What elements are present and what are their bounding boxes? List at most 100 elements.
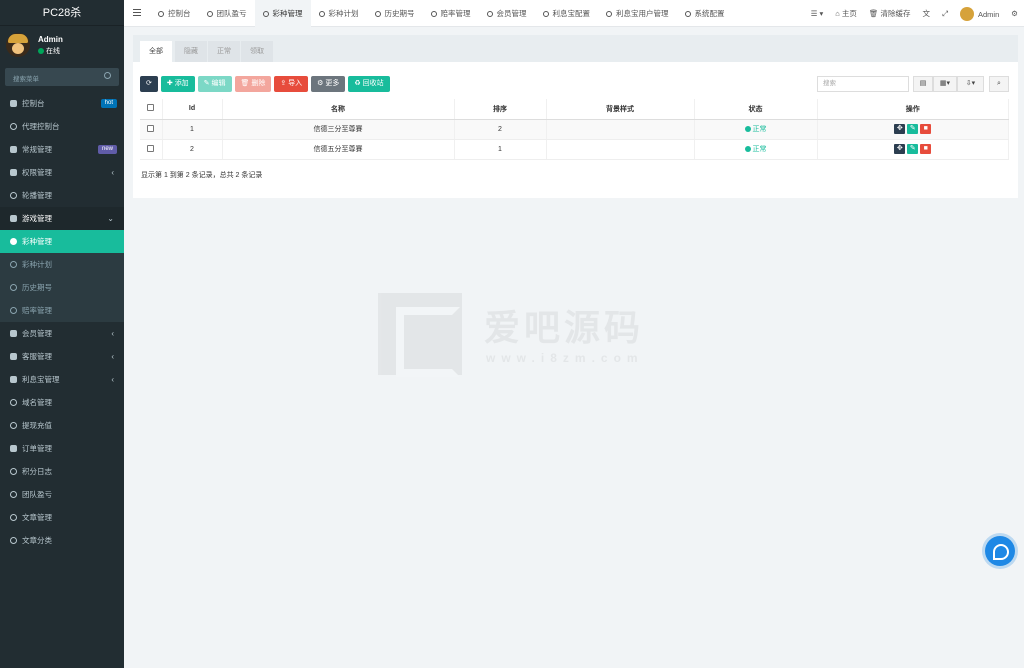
sidebar-item-team-pl[interactable]: 团队盈亏 xyxy=(0,483,124,506)
chat-bubble-icon[interactable] xyxy=(985,536,1015,566)
chevron-down-icon: ⌄ xyxy=(107,214,114,223)
cell-status[interactable]: 正常 xyxy=(694,119,818,140)
columns-dropdown[interactable]: ▦▾ xyxy=(933,76,957,92)
row-checkbox[interactable] xyxy=(140,119,163,140)
tab-history[interactable]: 历史期号 xyxy=(367,0,423,27)
sidebar-item-members[interactable]: 会员管理 ‹ xyxy=(0,322,124,345)
top-nav-tabs: 控制台 团队盈亏 彩种管理 彩种计划 历史期号 赔率管理 会员管理 利息宝配置 … xyxy=(150,0,733,27)
drag-sort-button[interactable]: ✥ xyxy=(894,124,906,134)
sidebar-item-lottery-types[interactable]: 彩种管理 xyxy=(0,230,124,253)
sidebar-item-domains[interactable]: 域名管理 xyxy=(0,391,124,414)
gauge-icon xyxy=(10,123,17,130)
pencil-icon: ✎ xyxy=(909,145,916,152)
menu-toggle-icon[interactable] xyxy=(133,9,141,16)
sidebar-item-general[interactable]: 常规管理 new xyxy=(0,138,124,161)
circle-icon xyxy=(10,422,17,429)
clear-cache-button[interactable]: 🗑 清除缓存 xyxy=(863,8,917,19)
user-name: Admin xyxy=(38,35,63,44)
tab-all[interactable]: 全部 xyxy=(140,41,172,62)
arrows-icon: ✥ xyxy=(896,125,903,132)
row-delete-button[interactable]: ■ xyxy=(920,144,932,154)
menu-search-input[interactable]: 搜索菜单 xyxy=(5,68,119,86)
sidebar-menu: 控制台 hot 代理控制台 常规管理 new 权限管理 ‹ 轮播管理 游戏管理 ⌄ 彩种… xyxy=(0,92,124,552)
add-button[interactable]: ✚ 添加 xyxy=(160,76,195,92)
column-background[interactable]: 背景样式 xyxy=(546,99,695,120)
app-logo[interactable]: PC28杀 xyxy=(0,0,124,26)
search-icon[interactable] xyxy=(104,72,111,79)
tab-team-pl[interactable]: 团队盈亏 xyxy=(199,0,255,27)
column-status[interactable]: 状态 xyxy=(694,99,818,120)
table-search-input[interactable]: 搜索 xyxy=(817,76,909,92)
cogs-icon xyxy=(10,146,17,153)
sidebar-item-points-log[interactable]: 积分日志 xyxy=(0,460,124,483)
watermark: 爱吧源码 www.i8zm.com xyxy=(378,293,648,377)
tab-dashboard[interactable]: 控制台 xyxy=(150,0,199,27)
checkbox[interactable] xyxy=(147,104,155,112)
sidebar-item-history[interactable]: 历史期号 xyxy=(0,276,124,299)
export-dropdown[interactable]: ⇩▾ xyxy=(957,76,984,92)
sidebar-item-agent-dashboard[interactable]: 代理控制台 xyxy=(0,115,124,138)
tab-odds[interactable]: 赔率管理 xyxy=(423,0,479,27)
sidebar-item-carousel[interactable]: 轮播管理 xyxy=(0,184,124,207)
fullscreen-button[interactable]: ⤢ xyxy=(936,9,954,19)
settings-button[interactable]: ⚙ xyxy=(1005,9,1024,18)
recycle-icon: ♻ xyxy=(354,80,363,87)
admin-user-menu[interactable]: Admin xyxy=(954,6,1005,21)
sidebar-item-withdraw[interactable]: 提现充值 xyxy=(0,414,124,437)
sidebar-item-lottery-plan[interactable]: 彩种计划 xyxy=(0,253,124,276)
sidebar-item-interest[interactable]: 利息宝管理 ‹ xyxy=(0,368,124,391)
language-button[interactable]: 文 xyxy=(917,8,937,19)
cell-background xyxy=(546,119,695,140)
tab-hidden[interactable]: 隐藏 xyxy=(175,41,207,62)
drag-sort-button[interactable]: ✥ xyxy=(894,144,906,154)
recycle-bin-button[interactable]: ♻ 回收站 xyxy=(348,76,390,92)
comments-icon xyxy=(10,353,17,360)
sidebar-item-games[interactable]: 游戏管理 ⌄ xyxy=(0,207,124,230)
row-checkbox[interactable] xyxy=(140,139,163,160)
sidebar-item-article-categories[interactable]: 文章分类 xyxy=(0,529,124,552)
sidebar: PC28杀 Admin 在线 搜索菜单 控制台 hot 代理控制台 常规管理 new… xyxy=(0,0,124,668)
more-button[interactable]: ⚙ 更多 xyxy=(311,76,346,92)
select-all-checkbox[interactable] xyxy=(140,99,163,120)
sidebar-item-orders[interactable]: 订单管理 xyxy=(0,437,124,460)
fullscreen-icon: ⤢ xyxy=(942,8,948,18)
circle-icon xyxy=(10,399,17,406)
row-edit-button[interactable]: ✎ xyxy=(907,144,919,154)
column-name[interactable]: 名称 xyxy=(222,99,455,120)
pencil-icon: ✎ xyxy=(909,125,916,132)
tab-lottery-plan[interactable]: 彩种计划 xyxy=(311,0,367,27)
row-edit-button[interactable]: ✎ xyxy=(907,124,919,134)
row-delete-button[interactable]: ■ xyxy=(920,124,932,134)
edit-button[interactable]: ✎ 编辑 xyxy=(197,76,232,92)
column-actions: 操作 xyxy=(817,99,1009,120)
circle-icon xyxy=(10,537,17,544)
sidebar-item-articles[interactable]: 文章管理 xyxy=(0,506,124,529)
sidebar-item-support[interactable]: 客服管理 ‹ xyxy=(0,345,124,368)
sidebar-item-dashboard[interactable]: 控制台 hot xyxy=(0,92,124,115)
tab-interest-config[interactable]: 利息宝配置 xyxy=(535,0,599,27)
column-id[interactable]: Id xyxy=(162,99,223,120)
dashboard-icon xyxy=(158,11,164,17)
trash-icon: 🗑 xyxy=(240,80,252,87)
tab-claim[interactable]: 领取 xyxy=(241,41,273,62)
refresh-button[interactable]: ⟳ xyxy=(140,76,158,92)
sidebar-item-permissions[interactable]: 权限管理 ‹ xyxy=(0,161,124,184)
refresh-icon: ⟳ xyxy=(146,80,152,87)
cell-status[interactable]: 正常 xyxy=(694,139,818,160)
search-toggle-button[interactable]: ⌕ xyxy=(989,76,1009,92)
sidebar-item-odds[interactable]: 赔率管理 xyxy=(0,299,124,322)
tab-members[interactable]: 会员管理 xyxy=(479,0,535,27)
checkbox[interactable] xyxy=(147,124,155,132)
tab-system-config[interactable]: 系统配置 xyxy=(677,0,733,27)
import-button[interactable]: ⇪ 导入 xyxy=(274,76,309,92)
column-sort[interactable]: 排序 xyxy=(454,99,547,120)
tab-list-dropdown[interactable]: ☰ ▾ xyxy=(805,9,830,18)
delete-button[interactable]: 🗑 删除 xyxy=(234,76,272,92)
avatar xyxy=(960,6,974,21)
checkbox[interactable] xyxy=(147,144,155,152)
tab-interest-users[interactable]: 利息宝用户管理 xyxy=(598,0,677,27)
toggle-view-button[interactable]: ▤ xyxy=(913,76,933,92)
tab-normal[interactable]: 正常 xyxy=(208,41,240,62)
home-link[interactable]: ⌂ 主页 xyxy=(829,8,863,19)
tab-lottery-types[interactable]: 彩种管理 xyxy=(254,0,311,27)
